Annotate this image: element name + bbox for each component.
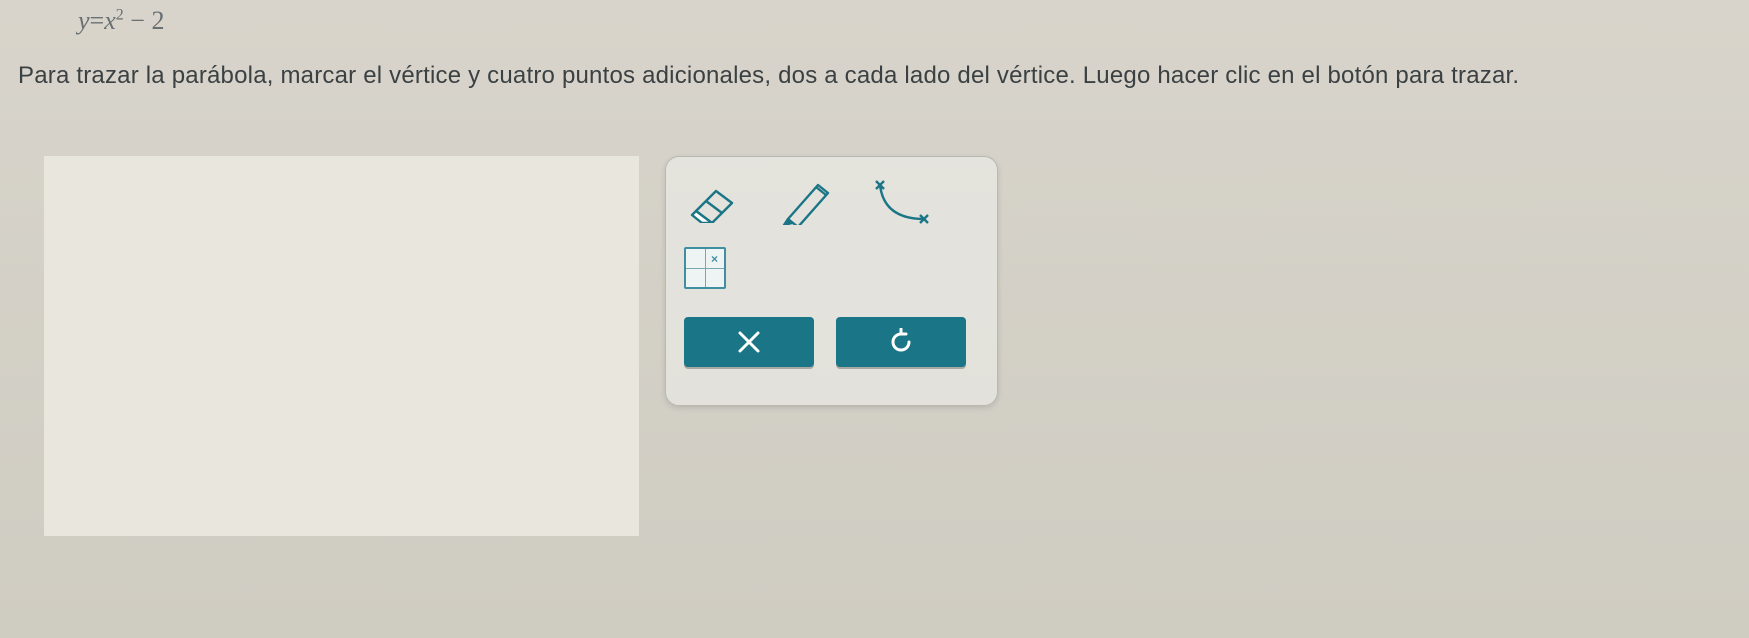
eraser-icon xyxy=(688,181,740,223)
equation-display: y=x2 − 2 xyxy=(78,6,164,36)
instructions-text: Para trazar la parábola, marcar el vérti… xyxy=(18,62,1519,90)
curve-icon xyxy=(874,179,930,225)
undo-icon xyxy=(887,328,915,356)
tool-row-1 xyxy=(684,171,979,233)
grid-plot-tool[interactable]: × xyxy=(684,247,726,289)
eraser-tool[interactable] xyxy=(684,177,744,227)
graph-canvas[interactable]: -12-10-8-6-4-224681012-4-224681012xy xyxy=(44,156,639,536)
equation-const: 2 xyxy=(151,6,164,35)
equation-exponent: 2 xyxy=(116,6,124,23)
reset-button[interactable] xyxy=(836,317,966,367)
clear-button[interactable] xyxy=(684,317,814,367)
graph-background xyxy=(44,156,639,536)
equation-lhs: y xyxy=(78,6,90,35)
equation-minus: − xyxy=(130,6,145,35)
grid-x-mark: × xyxy=(711,252,718,266)
pencil-icon xyxy=(782,179,834,225)
equation-base: x xyxy=(104,6,116,35)
pencil-tool[interactable] xyxy=(778,177,838,227)
curve-tool[interactable] xyxy=(872,177,932,227)
close-icon xyxy=(736,329,762,355)
action-button-row xyxy=(684,317,979,367)
equation-eq: = xyxy=(90,6,105,35)
drawing-toolbox: × xyxy=(665,156,998,406)
